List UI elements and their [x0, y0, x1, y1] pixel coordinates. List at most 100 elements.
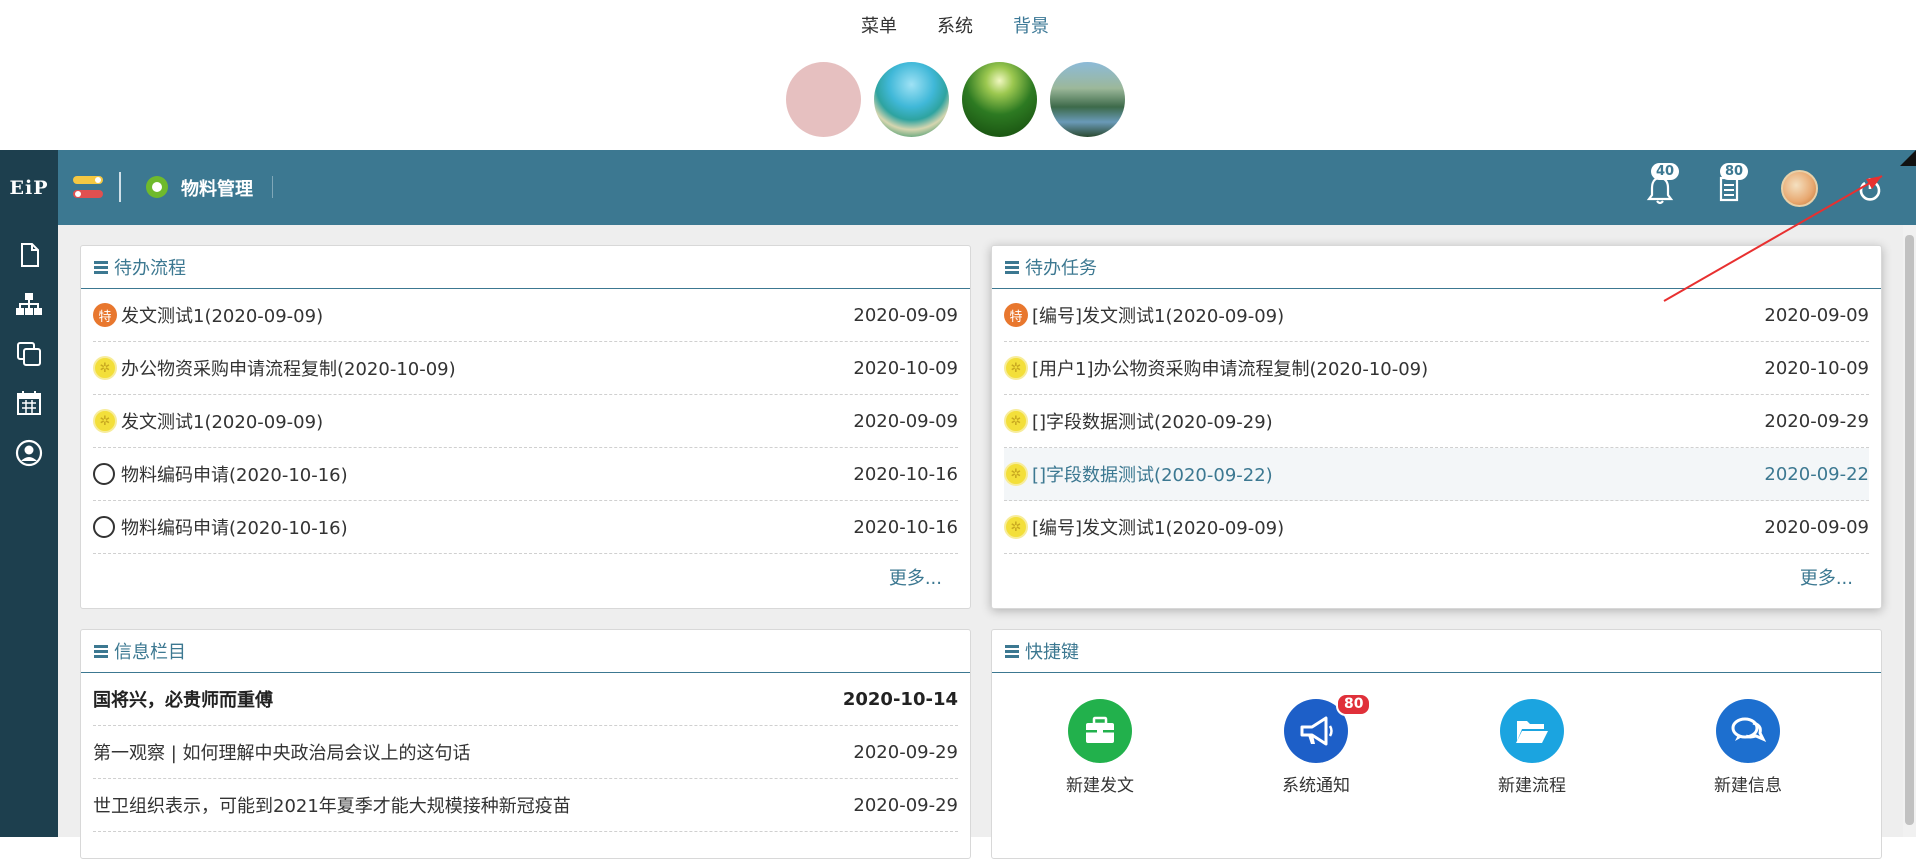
app-header: EiP 物料管理 40 80: [0, 150, 1916, 225]
shortcut-label: 新建发文: [1066, 776, 1134, 796]
main-content: 待办流程 特 发文测试1(2020-09-09) 2020-09-09 ✲ 办公…: [58, 225, 1903, 859]
shortcut-label: 系统通知: [1282, 776, 1350, 796]
shortcut-system-notice[interactable]: 80 系统通知: [1208, 693, 1424, 796]
list-icon: [94, 261, 108, 274]
shortcut-new-info[interactable]: 新建信息: [1640, 699, 1856, 796]
list-icon: [1005, 261, 1019, 274]
sidebar-item-documents[interactable]: [15, 241, 43, 269]
page-scrollbar[interactable]: [1903, 225, 1916, 837]
item-title: 发文测试1(2020-09-09): [121, 306, 324, 327]
list-item[interactable]: 第一观察 | 如何理解中央政治局会议上的这句话 2020-09-29: [93, 726, 958, 779]
list-item[interactable]: 国将兴，必贵师而重傅 2020-10-14: [93, 673, 958, 726]
background-swatch-forest[interactable]: [962, 62, 1037, 137]
more-link[interactable]: 更多...: [992, 554, 1881, 590]
panel-title: 信息栏目: [114, 642, 186, 663]
shortcuts-header: 快捷键: [992, 630, 1881, 673]
annotation-arrow: [1663, 175, 1883, 302]
shortcut-icon-circle: [1500, 699, 1564, 763]
item-date: 2020-10-14: [842, 688, 958, 710]
theme-settings-area: 菜单 系统 背景: [0, 0, 1916, 150]
item-date: 2020-10-09: [853, 357, 958, 379]
sidebar: [0, 225, 58, 837]
module-title[interactable]: 物料管理: [181, 175, 253, 201]
item-date: 2020-09-09: [853, 304, 958, 326]
list-item[interactable]: ✲ []字段数据测试(2020-09-22) 2020-09-22: [1004, 448, 1869, 501]
urgent-icon: ✲: [1004, 409, 1028, 433]
list-item[interactable]: 世卫组织表示，可能到2021年夏季才能大规模接种新冠疫苗 2020-09-29: [93, 779, 958, 832]
background-swatch-lake[interactable]: [1050, 62, 1125, 137]
shortcut-label: 新建信息: [1714, 776, 1782, 796]
special-icon: 特: [1004, 303, 1028, 327]
item-date: 2020-09-29: [853, 794, 958, 816]
list-icon: [94, 645, 108, 658]
item-title: []字段数据测试(2020-09-29): [1032, 412, 1273, 433]
list-item[interactable]: ✲ 发文测试1(2020-09-09) 2020-09-09: [93, 395, 958, 448]
item-title: [编号]发文测试1(2020-09-09): [1032, 518, 1285, 539]
circle-icon: [93, 463, 115, 485]
menu-tab-background[interactable]: 背景: [1013, 12, 1049, 38]
item-date: 2020-09-22: [1764, 463, 1869, 485]
shortcut-label: 新建流程: [1498, 776, 1566, 796]
item-date: 2020-10-09: [1764, 357, 1869, 379]
list-icon: [1005, 645, 1019, 658]
app-logo: EiP: [0, 150, 58, 225]
urgent-icon: ✲: [1004, 462, 1028, 486]
header-divider: [272, 176, 273, 198]
shortcut-new-document[interactable]: 新建发文: [992, 699, 1208, 796]
item-title: [用户1]办公物资采购申请流程复制(2020-10-09): [1032, 359, 1429, 380]
list-item[interactable]: 物料编码申请(2020-10-16) 2020-10-16: [93, 501, 958, 554]
notice-badge: 80: [1336, 693, 1372, 716]
info-column-panel: 信息栏目 国将兴，必贵师而重傅 2020-10-14 第一观察 | 如何理解中央…: [80, 629, 971, 859]
header-divider: [119, 172, 121, 202]
sidebar-item-calendar[interactable]: [15, 389, 43, 417]
chat-icon: [1731, 717, 1767, 742]
menu-tab-menu[interactable]: 菜单: [861, 12, 897, 38]
file-icon: [21, 243, 39, 267]
corner-marker: [1900, 150, 1916, 166]
item-title: 第一观察 | 如何理解中央政治局会议上的这句话: [93, 743, 471, 764]
background-swatch-beach[interactable]: [874, 62, 949, 137]
sidebar-toggle-button[interactable]: [73, 174, 103, 200]
circle-icon: [93, 516, 115, 538]
item-date: 2020-10-16: [853, 516, 958, 538]
panel-title: 快捷键: [1025, 642, 1079, 663]
menu-tab-system[interactable]: 系统: [937, 12, 973, 38]
list-item[interactable]: ✲ []字段数据测试(2020-09-29) 2020-09-29: [1004, 395, 1869, 448]
item-title: 物料编码申请(2020-10-16): [121, 518, 348, 539]
sidebar-item-profile[interactable]: [15, 439, 43, 467]
panel-title: 待办任务: [1025, 258, 1097, 279]
more-link[interactable]: 更多...: [81, 554, 970, 590]
item-title: 国将兴，必贵师而重傅: [93, 690, 273, 711]
item-title: 世卫组织表示，可能到2021年夏季才能大规模接种新冠疫苗: [93, 796, 571, 817]
item-date: 2020-10-16: [853, 463, 958, 485]
item-date: 2020-09-29: [853, 741, 958, 763]
sidebar-item-copy[interactable]: [15, 340, 43, 368]
item-title: 物料编码申请(2020-10-16): [121, 465, 348, 486]
pending-flow-header: 待办流程: [81, 246, 970, 289]
shortcut-list: 新建发文 80 系统通知 新建流程 新建信息: [992, 673, 1881, 796]
list-item[interactable]: ✲ [编号]发文测试1(2020-09-09) 2020-09-09: [1004, 501, 1869, 554]
list-item[interactable]: ✲ [用户1]办公物资采购申请流程复制(2020-10-09) 2020-10-…: [1004, 342, 1869, 395]
shortcut-icon-circle: [1068, 699, 1132, 763]
module-icon: [146, 176, 168, 198]
background-swatches: [786, 62, 1125, 137]
scrollbar-thumb[interactable]: [1905, 235, 1914, 825]
special-icon: 特: [93, 303, 117, 327]
shortcut-new-process[interactable]: 新建流程: [1424, 699, 1640, 796]
shortcuts-panel: 快捷键 新建发文 80 系统通知 新建流程 新建信息: [991, 629, 1882, 859]
user-icon: [15, 439, 43, 467]
list-item[interactable]: 特 发文测试1(2020-09-09) 2020-09-09: [93, 289, 958, 342]
item-title: 发文测试1(2020-09-09): [121, 412, 324, 433]
urgent-icon: ✲: [1004, 515, 1028, 539]
sidebar-item-organization[interactable]: [15, 290, 43, 318]
list-item[interactable]: ✲ 办公物资采购申请流程复制(2020-10-09) 2020-10-09: [93, 342, 958, 395]
item-date: 2020-09-09: [853, 410, 958, 432]
panel-title: 待办流程: [114, 258, 186, 279]
folder-open-icon: [1516, 721, 1548, 743]
item-date: 2020-09-09: [1764, 516, 1869, 538]
list-item[interactable]: 物料编码申请(2020-10-16) 2020-10-16: [93, 448, 958, 501]
pending-flow-panel: 待办流程 特 发文测试1(2020-09-09) 2020-09-09 ✲ 办公…: [80, 245, 971, 609]
shortcut-icon-circle: [1716, 699, 1780, 763]
background-swatch-pink[interactable]: [786, 62, 861, 137]
urgent-icon: ✲: [93, 356, 117, 380]
